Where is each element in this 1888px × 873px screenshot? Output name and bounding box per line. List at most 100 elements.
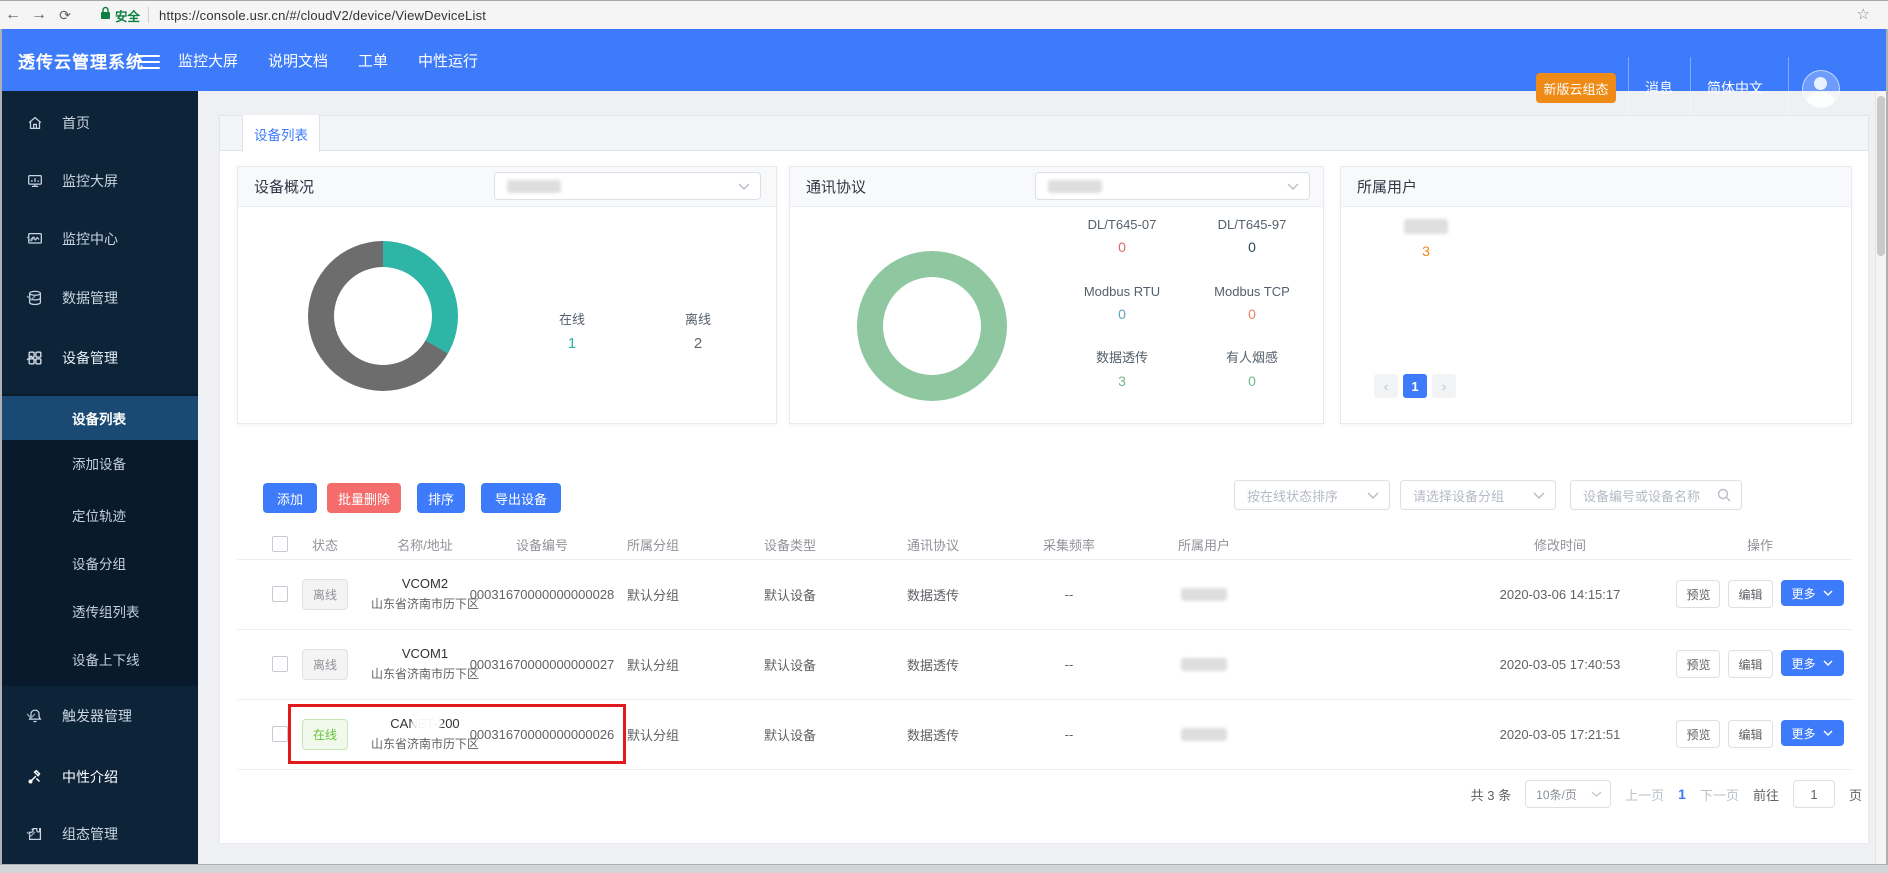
protocol-stat-modbus-rtu: Modbus RTU0 — [1067, 284, 1177, 322]
language-link[interactable]: 简体中文 — [1707, 78, 1763, 98]
legend-online: 在线 1 — [542, 309, 602, 352]
sort-button[interactable]: 排序 — [417, 483, 465, 513]
sidebar-item-neutral-intro[interactable]: 中性介绍 — [0, 757, 198, 797]
edit-button[interactable]: 编辑 — [1728, 580, 1772, 608]
add-button[interactable]: 添加 — [263, 483, 317, 513]
security-label: 安全 — [115, 6, 140, 25]
topnav-workorder[interactable]: 工单 — [358, 50, 388, 71]
legend-offline: 离线 2 — [668, 309, 728, 352]
device-group-select[interactable]: 请选择设备分组 — [1400, 480, 1556, 510]
sidebar-item-location-track[interactable]: 定位轨迹 — [0, 495, 198, 535]
sidebar-item-passthrough-group-list[interactable]: 透传组列表 — [0, 591, 198, 631]
back-button[interactable]: ← — [0, 6, 26, 24]
protocols-select[interactable] — [1035, 172, 1310, 200]
forward-button[interactable]: → — [26, 6, 52, 24]
brand-title: 透传云管理系统 — [18, 48, 144, 73]
topnav-docs[interactable]: 说明文档 — [268, 50, 328, 71]
new-scada-button[interactable]: 新版云组态 — [1536, 73, 1616, 103]
prev-page-button[interactable]: 上一页 — [1625, 785, 1664, 804]
device-name: VCOM1 — [402, 646, 448, 661]
scrollbar-thumb[interactable] — [1877, 96, 1885, 256]
batch-delete-button[interactable]: 批量删除 — [327, 483, 401, 513]
page-size-select[interactable]: 10条/页 — [1525, 780, 1611, 808]
topnav-neutral-run[interactable]: 中性运行 — [418, 50, 478, 71]
address-url[interactable]: https://console.usr.cn/#/cloudV2/device/… — [159, 8, 486, 23]
topbar-divider — [1788, 57, 1789, 119]
device-name: VCOM2 — [402, 576, 448, 591]
chevron-down-icon — [26, 831, 36, 837]
preview-button[interactable]: 预览 — [1676, 720, 1720, 748]
goto-page-input[interactable] — [1793, 780, 1835, 808]
current-page[interactable]: 1 — [1678, 786, 1686, 802]
search-icon — [1717, 488, 1731, 502]
panel-owner-users-header: 所属用户 — [1341, 167, 1851, 207]
sidebar-item-device-management[interactable]: 设备管理 — [0, 338, 198, 378]
row-checkbox[interactable] — [272, 656, 288, 672]
more-button[interactable]: 更多 — [1781, 720, 1844, 746]
user-avatar[interactable] — [1802, 70, 1840, 108]
topnav-monitor-screen[interactable]: 监控大屏 — [178, 50, 238, 71]
sidebar-item-add-device[interactable]: 添加设备 — [0, 443, 198, 483]
topbar-divider — [1628, 57, 1629, 119]
protocol-stat-passthrough: 数据透传3 — [1067, 347, 1177, 389]
sidebar-item-scada-management[interactable]: 组态管理 — [0, 814, 198, 854]
online-status-sort-select[interactable]: 按在线状态排序 — [1234, 480, 1390, 510]
hamburger-menu-icon[interactable] — [138, 51, 160, 73]
sidebar-item-device-on-offline[interactable]: 设备上下线 — [0, 639, 198, 679]
sidebar: 首页 监控大屏 监控中心 数据管理 设备管理 设备列表 添加设备 — [0, 91, 198, 865]
protocol-stat-dlt645-97: DL/T645-970 — [1197, 217, 1307, 255]
row-checkbox[interactable] — [272, 726, 288, 742]
chevron-down-icon — [26, 236, 36, 242]
sidebar-item-home[interactable]: 首页 — [0, 103, 198, 143]
redacted-selection — [1048, 180, 1102, 193]
chevron-down-icon — [1823, 590, 1833, 596]
sidebar-item-device-list[interactable]: 设备列表 — [0, 396, 198, 440]
total-count: 共 3 条 — [1471, 785, 1511, 804]
app-topbar: 透传云管理系统 监控大屏 说明文档 工单 中性运行 新版云组态 消息 简体中文 — [0, 29, 1888, 91]
owner-pager-prev[interactable]: ‹ — [1374, 374, 1398, 398]
status-badge: 离线 — [302, 579, 348, 610]
messages-link[interactable]: 消息 — [1645, 78, 1673, 98]
sidebar-item-monitor-screen[interactable]: 监控大屏 — [0, 161, 198, 201]
device-search-input[interactable]: 设备编号或设备名称 — [1570, 480, 1742, 510]
more-button[interactable]: 更多 — [1781, 650, 1844, 676]
edit-button[interactable]: 编辑 — [1728, 650, 1772, 678]
chevron-down-icon — [1287, 183, 1299, 190]
topbar-divider — [1690, 57, 1691, 119]
sidebar-item-trigger-management[interactable]: 触发器管理 — [0, 696, 198, 736]
table-row: 离线 VCOM2 山东省济南市历下区 00031670000000000028 … — [237, 559, 1852, 629]
goto-label: 前往 — [1753, 785, 1779, 804]
sidebar-item-data-management[interactable]: 数据管理 — [0, 278, 198, 318]
topnav: 监控大屏 说明文档 工单 中性运行 — [178, 29, 478, 91]
browser-chrome: ← → ⟳ 安全 https://console.usr.cn/#/cloudV… — [0, 1, 1888, 30]
redacted-selection — [507, 180, 561, 193]
chevron-down-icon — [1823, 660, 1833, 666]
status-badge: 离线 — [302, 649, 348, 680]
preview-button[interactable]: 预览 — [1676, 650, 1720, 678]
row-checkbox[interactable] — [272, 586, 288, 602]
export-devices-button[interactable]: 导出设备 — [481, 483, 561, 513]
chevron-down-icon — [26, 295, 36, 301]
device-overview-select[interactable] — [494, 172, 761, 200]
chevron-down-icon — [738, 183, 750, 190]
next-page-button[interactable]: 下一页 — [1700, 785, 1739, 804]
refresh-button[interactable]: ⟳ — [52, 7, 78, 24]
more-button[interactable]: 更多 — [1781, 580, 1844, 606]
preview-button[interactable]: 预览 — [1676, 580, 1720, 608]
chevron-down-icon — [1823, 730, 1833, 736]
tools-icon — [26, 768, 44, 786]
table-header-row: 状态 名称/地址 设备编号 所属分组 设备类型 通讯协议 采集频率 所属用户 修… — [237, 529, 1852, 559]
edit-button[interactable]: 编辑 — [1728, 720, 1772, 748]
sidebar-item-monitor-center[interactable]: 监控中心 — [0, 219, 198, 259]
device-management-submenu: 设备列表 添加设备 定位轨迹 设备分组 透传组列表 设备上下线 — [0, 394, 198, 686]
bookmark-star-icon[interactable]: ☆ — [1857, 5, 1870, 23]
sidebar-item-device-group[interactable]: 设备分组 — [0, 543, 198, 583]
chevron-down-icon — [1591, 791, 1602, 797]
tab-device-list[interactable]: 设备列表 — [242, 115, 320, 152]
redacted-owner-name — [1404, 219, 1448, 234]
select-all-checkbox[interactable] — [272, 536, 288, 552]
owner-pager-next[interactable]: › — [1432, 374, 1456, 398]
chevron-up-icon — [26, 355, 36, 361]
owner-pager-page-1[interactable]: 1 — [1403, 374, 1427, 398]
protocol-stat-smoke-sensor: 有人烟感0 — [1197, 347, 1307, 389]
